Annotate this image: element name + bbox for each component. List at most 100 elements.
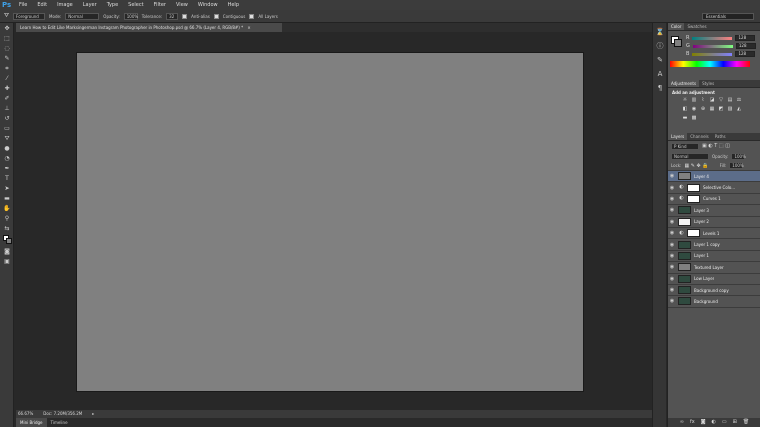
visibility-eye-icon[interactable]: ◉	[668, 185, 676, 191]
tab-paths[interactable]: Paths	[712, 133, 729, 140]
close-icon[interactable]: ×	[244, 25, 250, 30]
menu-select[interactable]: Select	[123, 0, 148, 10]
layer-filter-select[interactable]: P Kind	[671, 142, 699, 150]
layer-row[interactable]: ◉ Layer 1	[668, 250, 760, 263]
mode-select[interactable]: Normal	[65, 12, 100, 20]
layer-thumbnail[interactable]	[678, 286, 691, 295]
exposure-icon[interactable]: ◪	[709, 97, 715, 103]
blend-mode-select[interactable]: Normal	[671, 152, 709, 160]
layer-row[interactable]: ◉ Layer 1 copy	[668, 239, 760, 251]
status-arrow-icon[interactable]: ▸	[92, 410, 94, 418]
visibility-eye-icon[interactable]: ◉	[668, 242, 676, 248]
red-input[interactable]: 128	[735, 35, 756, 41]
canvas-area[interactable]	[16, 32, 664, 410]
layer-thumbnail[interactable]	[678, 172, 691, 181]
blur-tool-icon[interactable]: ●	[2, 144, 12, 153]
layer-thumbnail[interactable]	[678, 274, 691, 283]
visibility-eye-icon[interactable]: ◉	[668, 253, 676, 259]
vibrance-icon[interactable]: ▽	[718, 97, 724, 103]
lasso-tool-icon[interactable]: ◌	[2, 44, 12, 53]
visibility-eye-icon[interactable]: ◉	[668, 298, 676, 304]
menu-view[interactable]: View	[171, 0, 193, 10]
color-spectrum-bar[interactable]	[670, 61, 750, 67]
layer-name[interactable]: Background	[691, 299, 718, 304]
layer-row[interactable]: ◉ Layer 2	[668, 216, 760, 228]
layer-name[interactable]: Layer 4	[691, 174, 709, 179]
visibility-eye-icon[interactable]: ◉	[668, 173, 676, 179]
brush-panel-icon[interactable]: ✎	[655, 55, 665, 65]
history-panel-icon[interactable]: ⌛	[655, 27, 665, 37]
path-select-tool-icon[interactable]: ➤	[2, 184, 12, 193]
fill-source-select[interactable]: Foreground	[13, 12, 46, 20]
all-layers-checkbox[interactable]	[249, 13, 255, 19]
invert-icon[interactable]: ◩	[718, 106, 724, 112]
clone-stamp-tool-icon[interactable]: ⊥	[2, 104, 12, 113]
pen-tool-icon[interactable]: ✒	[2, 164, 12, 173]
rectangle-tool-icon[interactable]: ▬	[2, 194, 12, 203]
type-tool-icon[interactable]: T	[2, 174, 12, 183]
layer-row[interactable]: ◉ ◐ Curves 1	[668, 193, 760, 206]
menu-type[interactable]: Type	[102, 0, 123, 10]
layer-row[interactable]: ◉ ◐ Selective Colo...	[668, 182, 760, 194]
layer-thumbnail[interactable]	[678, 217, 691, 226]
levels-icon[interactable]: ▥	[691, 97, 697, 103]
tab-mini-bridge[interactable]: Mini Bridge	[16, 418, 47, 427]
layer-thumbnail[interactable]	[687, 229, 700, 238]
tab-timeline[interactable]: Timeline	[47, 418, 72, 427]
adjustment-layer-icon[interactable]: ◐	[712, 418, 716, 427]
color-balance-icon[interactable]: ⚖	[736, 97, 742, 103]
layer-row[interactable]: ◉ Textured Layer	[668, 262, 760, 274]
black-white-icon[interactable]: ◧	[682, 106, 688, 112]
document-tab[interactable]: Learn How to Edit Like Marksingerman Ins…	[16, 23, 282, 32]
lock-icons[interactable]: ▦ ✎ ✥ 🔒	[684, 163, 708, 169]
visibility-eye-icon[interactable]: ◉	[668, 230, 676, 236]
blue-input[interactable]: 128	[735, 51, 756, 57]
visibility-eye-icon[interactable]: ◉	[668, 196, 676, 202]
background-color-swatch[interactable]	[6, 238, 12, 244]
layer-row[interactable]: ◉ Layer 3	[668, 205, 760, 217]
visibility-eye-icon[interactable]: ◉	[668, 264, 676, 270]
layer-opacity-input[interactable]: 100%	[731, 152, 746, 160]
bg-color-chip[interactable]	[674, 39, 682, 47]
layer-name[interactable]: Low Layer	[691, 276, 714, 281]
fx-icon[interactable]: fx	[690, 418, 695, 427]
mask-icon[interactable]: ◙	[701, 418, 706, 427]
layer-name[interactable]: Layer 1	[691, 253, 709, 258]
menu-filter[interactable]: Filter	[149, 0, 171, 10]
layer-row[interactable]: ◉ ◐ Levels 1	[668, 227, 760, 240]
paragraph-panel-icon[interactable]: ¶	[655, 83, 665, 93]
eyedropper-tool-icon[interactable]: ⁄	[2, 74, 12, 83]
brush-tool-icon[interactable]: ✐	[2, 94, 12, 103]
menu-image[interactable]: Image	[52, 0, 78, 10]
layer-name[interactable]: Textured Layer	[691, 265, 724, 270]
paint-bucket-icon[interactable]: ⛛	[4, 12, 9, 20]
menu-layer[interactable]: Layer	[78, 0, 102, 10]
layer-thumbnail[interactable]	[678, 240, 691, 249]
posterize-icon[interactable]: ▨	[727, 106, 733, 112]
tab-styles[interactable]: Styles	[699, 80, 717, 87]
layer-thumbnail[interactable]	[678, 206, 691, 215]
layer-row[interactable]: ◉ Background	[668, 296, 760, 308]
layer-row[interactable]: ◉ Background copy	[668, 284, 760, 297]
threshold-icon[interactable]: ◭	[736, 106, 742, 112]
visibility-eye-icon[interactable]: ◉	[668, 207, 676, 213]
contiguous-checkbox[interactable]	[213, 13, 219, 19]
menu-file[interactable]: File	[14, 0, 32, 10]
move-tool-icon[interactable]: ✥	[2, 24, 12, 33]
layer-name[interactable]: Selective Colo...	[700, 185, 735, 190]
trash-icon[interactable]: 🗑	[743, 418, 749, 427]
layer-thumbnail[interactable]	[678, 251, 691, 260]
curves-icon[interactable]: ⌇	[700, 97, 706, 103]
marquee-tool-icon[interactable]: ⬚	[2, 34, 12, 43]
layer-name[interactable]: Layer 1 copy	[691, 242, 720, 247]
link-icon[interactable]: ∞	[680, 418, 684, 427]
info-panel-icon[interactable]: ⓘ	[655, 41, 665, 51]
zoom-tool-icon[interactable]: ⚲	[2, 214, 12, 223]
layer-thumbnail[interactable]	[678, 263, 691, 272]
green-input[interactable]: 128	[735, 43, 756, 49]
swap-colors-icon[interactable]: ⇆	[2, 224, 12, 233]
quick-mask-icon[interactable]: ◙	[2, 247, 12, 256]
dodge-tool-icon[interactable]: ◔	[2, 154, 12, 163]
workspace-select[interactable]: Essentials	[702, 13, 754, 20]
hand-tool-icon[interactable]: ✋	[2, 204, 12, 213]
